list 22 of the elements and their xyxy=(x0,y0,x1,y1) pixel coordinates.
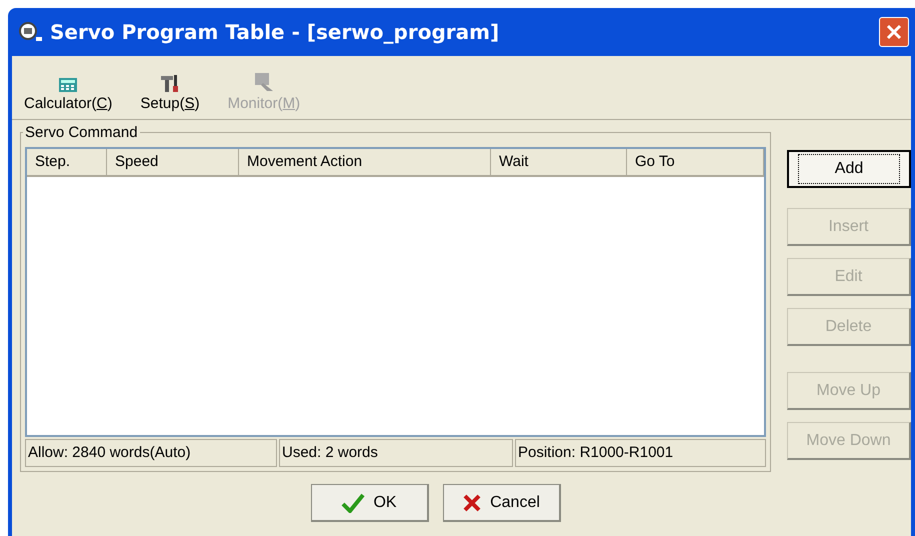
ok-button[interactable]: OK xyxy=(310,484,428,522)
check-icon xyxy=(341,492,366,512)
column-header[interactable]: Movement Action xyxy=(239,149,491,177)
cross-icon xyxy=(462,492,482,512)
column-header[interactable]: Go To xyxy=(627,149,764,177)
column-header[interactable]: Speed xyxy=(107,149,239,177)
toolbar-button[interactable]: Calculator(C) xyxy=(24,76,112,115)
status-field: Position: R1000-R1001 xyxy=(515,439,766,467)
toolbar-button[interactable]: Setup(S) xyxy=(140,72,200,115)
status-field: Allow: 2840 words(Auto) xyxy=(25,439,277,467)
column-header[interactable]: Step. xyxy=(27,149,107,177)
side-button[interactable]: Add xyxy=(787,150,911,188)
tools-icon xyxy=(158,72,181,92)
monitor-icon xyxy=(252,70,275,92)
close-button[interactable] xyxy=(879,17,909,47)
window-title: Servo Program Table - [serwo_program] xyxy=(50,19,500,46)
calculator-icon xyxy=(58,76,78,92)
status-field: Used: 2 words xyxy=(279,439,513,467)
column-header[interactable]: Wait xyxy=(491,149,627,177)
close-icon xyxy=(885,23,903,41)
app-icon xyxy=(18,21,42,43)
cancel-button[interactable]: Cancel xyxy=(442,484,560,522)
